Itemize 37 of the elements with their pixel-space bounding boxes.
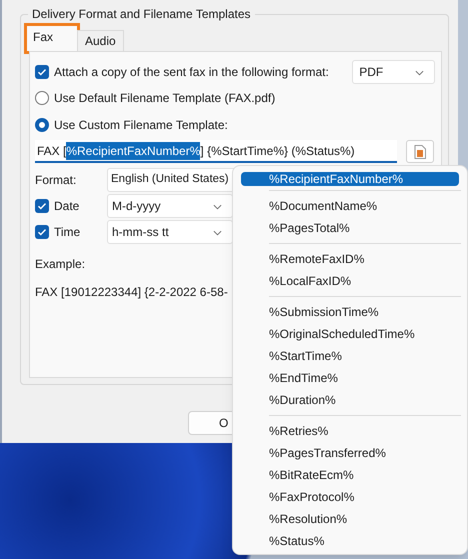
chevron-down-icon xyxy=(415,70,424,76)
menu-item[interactable]: %DocumentName% xyxy=(241,195,459,217)
menu-item[interactable]: %RemoteFaxID% xyxy=(241,248,459,270)
pattern-dropdown[interactable]: h-mm-ss tt xyxy=(107,220,233,244)
menu-item[interactable]: %StartTime% xyxy=(241,345,459,367)
menu-item[interactable]: %BitRateEcm% xyxy=(241,464,459,486)
radio-label: Use Default Filename Template (FAX.pdf) xyxy=(54,90,276,106)
menu-item[interactable]: %Resolution% xyxy=(241,508,459,530)
tab[interactable]: Audio xyxy=(77,30,124,51)
checkbox-label: Date xyxy=(54,198,80,215)
checkbox-label: Time xyxy=(54,224,80,241)
example-label: Example: xyxy=(35,256,86,273)
menu-item[interactable]: %LocalFaxID% xyxy=(241,270,459,292)
checkbox[interactable] xyxy=(35,225,49,239)
menu-item[interactable]: %EndTime% xyxy=(241,367,459,389)
template-field[interactable]: FAX [%RecipientFaxNumber%] {%StartTime%} (%Status%) xyxy=(35,140,397,163)
radio-label: Use Custom Filename Template: xyxy=(54,116,228,134)
format-label: Format: xyxy=(35,172,76,189)
example-text: FAX [19012223344] {2-2-2022 6-58- xyxy=(35,284,228,301)
tab[interactable]: Fax xyxy=(27,26,77,51)
chevron-down-icon xyxy=(213,204,222,210)
checkbox[interactable] xyxy=(35,65,49,79)
menu-item[interactable]: %PagesTransferred% xyxy=(241,442,459,464)
format-dropdown[interactable]: PDF xyxy=(352,60,435,84)
menu-item[interactable]: %Duration% xyxy=(241,389,459,411)
chevron-down-icon xyxy=(213,230,222,236)
menu-item[interactable]: %Status% xyxy=(241,530,459,552)
menu-item[interactable]: %RecipientFaxNumber% xyxy=(241,172,459,186)
menu-item[interactable]: %OriginalScheduledTime% xyxy=(241,323,459,345)
menu-item[interactable]: %PagesTotal% xyxy=(241,217,459,239)
menu-item[interactable]: %SubmissionTime% xyxy=(241,301,459,323)
menu-item[interactable]: %FaxProtocol% xyxy=(241,486,459,508)
pattern-dropdown[interactable]: M-d-yyyy xyxy=(107,194,233,218)
attach-label: Attach a copy of the sent fax in the following format: xyxy=(54,64,330,81)
checkbox[interactable] xyxy=(35,199,49,213)
document-icon xyxy=(414,144,426,158)
insert-field-button[interactable] xyxy=(406,140,434,163)
